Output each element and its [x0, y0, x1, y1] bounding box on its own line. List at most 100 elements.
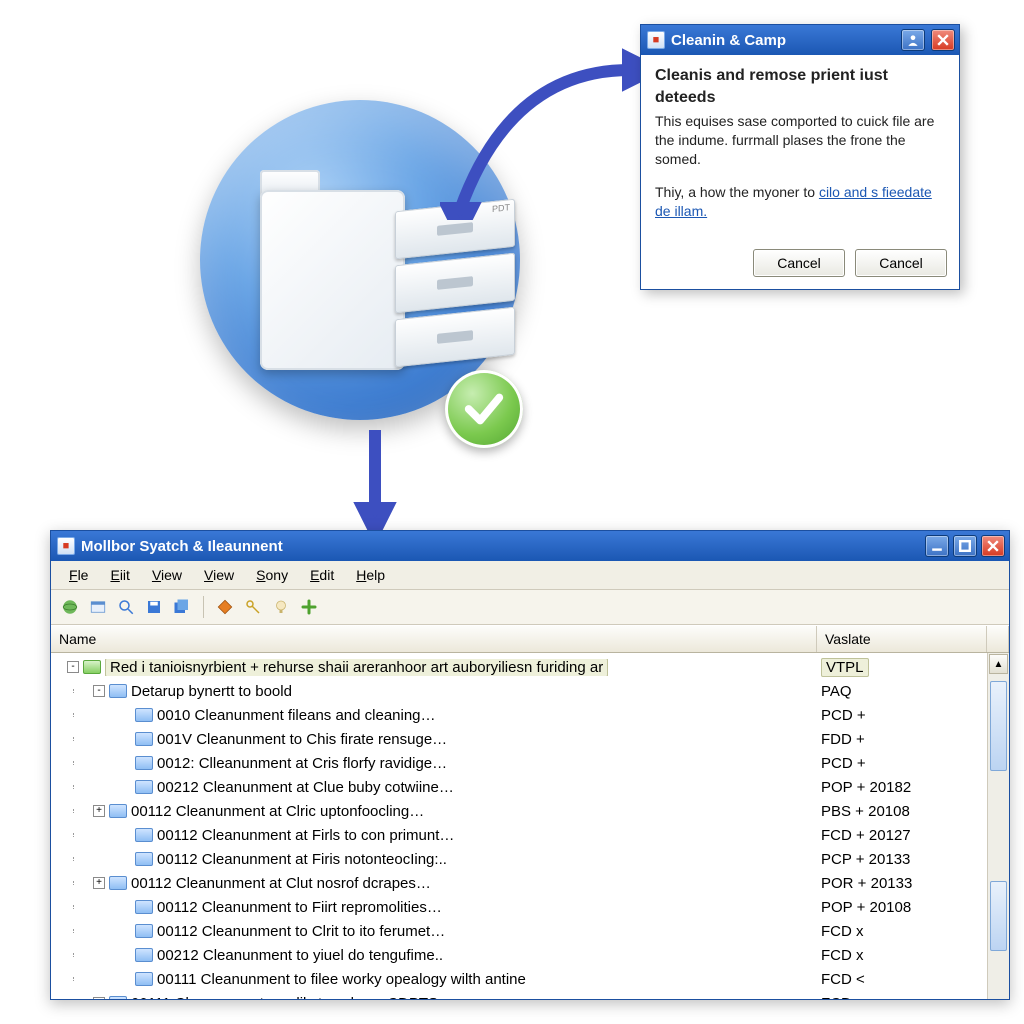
tree-row[interactable]: 00112 Cleanunment to Fiirt repromolities… [51, 895, 987, 919]
row-value: POP + 20182 [817, 779, 987, 796]
tree-row[interactable]: 00212 Cleanunment to yiuel do tengufime.… [51, 943, 987, 967]
row-label: Red i tanioisnyrbient + rehurse shaii ar… [105, 659, 817, 676]
column-value[interactable]: Vaslate [817, 626, 987, 652]
close-icon [987, 540, 999, 552]
row-label: 0010 Cleanunment fileans and cleaning… [157, 707, 817, 724]
check-icon [461, 386, 507, 432]
vertical-scrollbar[interactable]: ▲ [987, 653, 1009, 999]
dialog-titlebar[interactable]: ■ Cleanin & Camp [641, 25, 959, 55]
dialog-close-button[interactable] [931, 29, 955, 51]
minimize-button[interactable] [925, 535, 949, 557]
menu-item-1[interactable]: Eiit [100, 565, 139, 585]
page-icon [135, 732, 153, 746]
dialog-cancel-button-2[interactable]: Cancel [855, 249, 947, 277]
tree-row[interactable]: 0010 Cleanunment fileans and cleaning…PC… [51, 703, 987, 727]
page-icon [135, 780, 153, 794]
row-value: POP + 20108 [817, 899, 987, 916]
tree-row[interactable]: 00111 Cleanunment to filee worky opealog… [51, 967, 987, 991]
main-window: ■ Mollbor Syatch & Ileaunnent FleEiitVie… [50, 530, 1010, 1000]
menu-item-3[interactable]: View [194, 565, 244, 585]
row-value: PBS + 20108 [817, 803, 987, 820]
confirmation-dialog: ■ Cleanin & Camp Cleanis and remose prie… [640, 24, 960, 290]
column-headers: Name Vaslate [51, 625, 1009, 653]
menu-item-6[interactable]: Help [346, 565, 395, 585]
menu-item-0[interactable]: Fle [59, 565, 98, 585]
scroll-up-button[interactable]: ▲ [989, 654, 1008, 674]
tb-add-icon[interactable] [298, 596, 320, 618]
maximize-button[interactable] [953, 535, 977, 557]
page-icon [135, 756, 153, 770]
tree-row[interactable]: +00112 Cleanunment at Clut nosrof dcrape… [51, 871, 987, 895]
page-icon [135, 972, 153, 986]
dialog-title: Cleanin & Camp [671, 32, 786, 49]
page-icon [135, 900, 153, 914]
tree-row[interactable]: 00112 Cleanunment to Clrit to ito ferume… [51, 919, 987, 943]
menu-item-5[interactable]: Edit [300, 565, 344, 585]
main-app-icon: ■ [57, 537, 75, 555]
tree-row[interactable]: - Detarup bynertt to booldPAQ [51, 679, 987, 703]
tree-row[interactable]: 0012: Clleanunment at Cris florfy ravidi… [51, 751, 987, 775]
dialog-body-text: This equises sase comported to cuick fil… [655, 112, 945, 169]
dialog-help-button[interactable] [901, 29, 925, 51]
tb-bulb-icon[interactable] [270, 596, 292, 618]
row-label: 00112 Cleanunment to Fiirt repromolities… [157, 899, 817, 916]
row-label: 00112 Cleanunment to Clrit to ito ferume… [157, 923, 817, 940]
row-value: POR + 20133 [817, 875, 987, 892]
tb-diamond-icon[interactable] [214, 596, 236, 618]
tree-expander[interactable]: + [93, 877, 105, 889]
tree-row[interactable]: 001V Cleanunment to Chis firate rensuge…… [51, 727, 987, 751]
scrollbar-thumb-2[interactable] [990, 881, 1007, 951]
tree-row[interactable]: 00112 Cleanunment at Firis notonteocIing… [51, 847, 987, 871]
page-icon [135, 948, 153, 962]
dialog-cancel-button-1[interactable]: Cancel [753, 249, 845, 277]
page-icon [135, 852, 153, 866]
row-value: FDD + [817, 731, 987, 748]
row-label: 00112 Cleanunment at Clric uptonfoocling… [131, 803, 817, 820]
tb-saveall-icon[interactable] [171, 596, 193, 618]
row-value: PAQ [817, 683, 987, 700]
tree-expander[interactable]: + [93, 805, 105, 817]
tb-window-icon[interactable] [87, 596, 109, 618]
row-value: FCD < [817, 995, 987, 1000]
tree-row[interactable]: - Red i tanioisnyrbient + rehurse shaii a… [51, 655, 987, 679]
maximize-icon [959, 540, 971, 552]
tree-row[interactable]: +00112 Cleanunment at Clric uptonfooclin… [51, 799, 987, 823]
row-label: 001V Cleanunment to Chis firate rensuge… [157, 731, 817, 748]
page-icon [135, 708, 153, 722]
menubar: FleEiitViewViewSonyEditHelp [51, 561, 1009, 590]
row-label: Detarup bynertt to boold [131, 683, 817, 700]
tb-save-icon[interactable] [143, 596, 165, 618]
page-icon [109, 996, 127, 999]
tree-row[interactable]: 00112 Cleanunment at Firls to con primun… [51, 823, 987, 847]
menu-item-2[interactable]: View [142, 565, 192, 585]
row-label: 00111 Cleanunment resclils to celeam CDP… [131, 995, 817, 1000]
page-icon [109, 804, 127, 818]
tb-key-icon[interactable] [242, 596, 264, 618]
drawer-3 [395, 307, 515, 368]
row-value: VTPL [817, 659, 987, 676]
tree-list[interactable]: -Red i tanioisnyrbient + rehurse shaii a… [51, 653, 987, 999]
close-icon [937, 34, 949, 46]
tree-expander[interactable]: + [93, 997, 105, 999]
page-icon [109, 876, 127, 890]
tree-row[interactable]: +00111 Cleanunment resclils to celeam CD… [51, 991, 987, 999]
tree-expander[interactable]: - [67, 661, 79, 673]
tb-search-icon[interactable] [115, 596, 137, 618]
main-titlebar[interactable]: ■ Mollbor Syatch & Ileaunnent [51, 531, 1009, 561]
close-button[interactable] [981, 535, 1005, 557]
drawer-cabinet: PDT [395, 199, 515, 382]
tree-row[interactable]: 00212 Cleanunment at Clue buby cotwiine…… [51, 775, 987, 799]
row-label: 00212 Cleanunment to yiuel do tengufime.… [157, 947, 817, 964]
tree-expander[interactable]: - [93, 685, 105, 697]
row-value: FCD < [817, 971, 987, 988]
row-label: 0012: Clleanunment at Cris florfy ravidi… [157, 755, 817, 772]
tb-globe-icon[interactable] [59, 596, 81, 618]
dialog-hint-text: Thiy, a how the myoner to [655, 184, 819, 200]
toolbar-separator [203, 596, 204, 618]
column-name[interactable]: Name [51, 626, 817, 652]
scrollbar-thumb[interactable] [990, 681, 1007, 771]
row-label: 00112 Cleanunment at Firis notonteocIing… [157, 851, 817, 868]
menu-item-4[interactable]: Sony [246, 565, 298, 585]
minimize-icon [931, 540, 943, 552]
row-value: FCD + 20127 [817, 827, 987, 844]
